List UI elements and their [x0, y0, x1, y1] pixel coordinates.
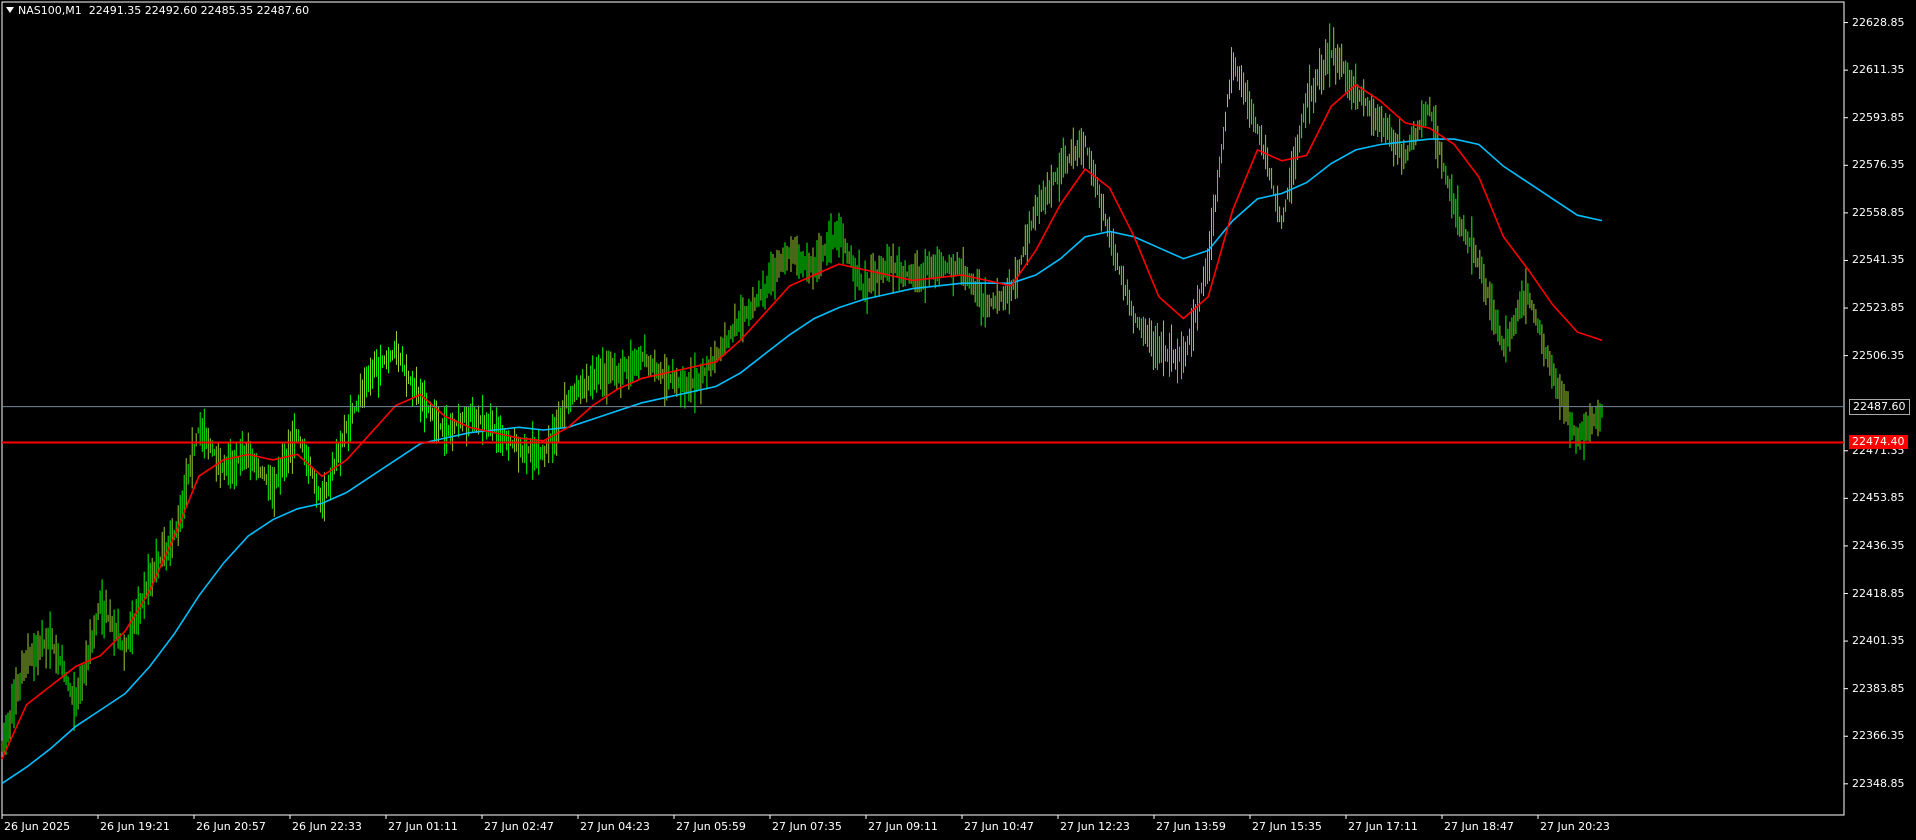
time-axis-label: 27 Jun 02:47 — [484, 820, 554, 833]
price-axis-label: 22558.85 — [1852, 205, 1905, 219]
symbol-label: NAS100,M1 — [18, 4, 82, 17]
time-axis-label: 27 Jun 05:59 — [676, 820, 746, 833]
bid-price-tag: 22487.60 — [1849, 398, 1910, 415]
time-axis-label: 26 Jun 19:21 — [100, 820, 170, 833]
price-axis-ticks — [1844, 22, 1848, 785]
price-axis-label: 22628.85 — [1852, 15, 1905, 29]
price-axis-label: 22506.35 — [1852, 348, 1905, 362]
time-axis-label: 27 Jun 18:47 — [1444, 820, 1514, 833]
time-axis-label: 27 Jun 04:23 — [580, 820, 650, 833]
price-axis-label: 22383.85 — [1852, 681, 1905, 695]
time-axis-label: 27 Jun 12:23 — [1060, 820, 1130, 833]
price-bars — [1, 23, 1603, 755]
time-axis-label: 27 Jun 01:11 — [388, 820, 458, 833]
price-axis-label: 22418.85 — [1852, 586, 1905, 600]
price-axis-label: 22523.85 — [1852, 301, 1905, 315]
alert-price-tag[interactable]: 22474.40 — [1849, 435, 1908, 450]
price-axis-label: 22436.35 — [1852, 538, 1905, 552]
time-axis-label: 26 Jun 20:57 — [196, 820, 266, 833]
time-axis-label: 26 Jun 2025 — [4, 820, 71, 833]
dropdown-triangle-icon[interactable] — [6, 7, 14, 13]
time-axis-label: 27 Jun 17:11 — [1348, 820, 1418, 833]
price-axis-label: 22611.35 — [1852, 63, 1905, 77]
price-axis-label: 22541.35 — [1852, 253, 1905, 267]
price-chart[interactable] — [0, 0, 1916, 840]
price-axis-label: 22366.35 — [1852, 729, 1905, 743]
price-axis-label: 22348.85 — [1852, 776, 1905, 790]
time-axis-label: 27 Jun 07:35 — [772, 820, 842, 833]
time-axis-label: 27 Jun 09:11 — [868, 820, 938, 833]
ohlc-values: 22491.35 22492.60 22485.35 22487.60 — [88, 4, 310, 17]
time-axis-label: 27 Jun 15:35 — [1252, 820, 1322, 833]
price-axis-label: 22401.35 — [1852, 634, 1905, 648]
time-axis-label: 26 Jun 22:33 — [292, 820, 362, 833]
time-axis-label: 27 Jun 20:23 — [1540, 820, 1610, 833]
price-axis-label: 22453.85 — [1852, 491, 1905, 505]
chart-header: NAS100,M1 22491.35 22492.60 22485.35 224… — [6, 4, 309, 17]
price-axis-label: 22576.35 — [1852, 158, 1905, 172]
time-axis-ticks — [1, 815, 1539, 819]
time-axis-label: 27 Jun 13:59 — [1156, 820, 1226, 833]
fast-moving-average-line — [1, 83, 1603, 760]
time-axis-label: 27 Jun 10:47 — [964, 820, 1034, 833]
price-axis-label: 22593.85 — [1852, 110, 1905, 124]
